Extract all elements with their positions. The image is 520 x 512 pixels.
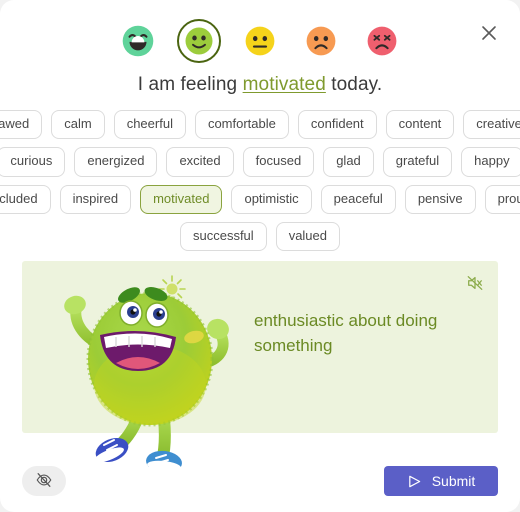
mood-option-happy[interactable] bbox=[177, 19, 221, 63]
chip-calm[interactable]: calm bbox=[51, 110, 105, 140]
mood-option-sad[interactable] bbox=[299, 19, 343, 63]
mood-option-neutral[interactable] bbox=[238, 19, 282, 63]
headline: I am feeling motivated today. bbox=[0, 74, 520, 96]
chip-grateful[interactable]: grateful bbox=[382, 147, 453, 177]
emoji-neutral-face-icon bbox=[244, 25, 276, 57]
chip-motivated[interactable]: motivated bbox=[140, 184, 223, 214]
mood-option-very-happy[interactable] bbox=[116, 19, 160, 63]
chip-optimistic[interactable]: optimistic bbox=[231, 184, 312, 214]
send-icon bbox=[407, 474, 422, 489]
chip-cheerful[interactable]: cheerful bbox=[113, 110, 186, 140]
eye-off-icon bbox=[35, 471, 53, 492]
feelings-dialog: I am feeling motivated today. awed calm … bbox=[0, 0, 520, 512]
chip-inspired[interactable]: inspired bbox=[59, 184, 132, 214]
mood-scale bbox=[0, 0, 520, 63]
chip-excited[interactable]: excited bbox=[166, 147, 234, 177]
close-button[interactable] bbox=[474, 18, 504, 48]
definition-text: enthusiastic about doing something bbox=[254, 311, 438, 355]
headline-highlight: motivated bbox=[242, 74, 326, 95]
hide-button[interactable] bbox=[22, 466, 66, 496]
headline-suffix: today. bbox=[325, 74, 383, 95]
chip-comfortable[interactable]: comfortable bbox=[194, 110, 289, 140]
chip-successful[interactable]: successful bbox=[179, 221, 267, 251]
chip-row: successful valued bbox=[22, 221, 498, 251]
speaker-muted-icon bbox=[466, 274, 484, 295]
dialog-footer: Submit bbox=[0, 450, 520, 512]
emoji-smiling-face-icon bbox=[184, 26, 214, 56]
mood-option-angry[interactable] bbox=[360, 19, 404, 63]
chip-valued[interactable]: valued bbox=[275, 221, 340, 251]
chip-row: curious energized excited focused glad g… bbox=[0, 147, 520, 177]
emoji-angry-face-icon bbox=[366, 25, 398, 57]
chip-peaceful[interactable]: peaceful bbox=[320, 184, 396, 214]
chip-content[interactable]: content bbox=[385, 110, 455, 140]
headline-prefix: I am feeling bbox=[137, 74, 243, 95]
chip-creative[interactable]: creative bbox=[463, 110, 520, 140]
submit-button[interactable]: Submit bbox=[384, 466, 498, 496]
chip-confident[interactable]: confident bbox=[297, 110, 377, 140]
green-monster-mascot-icon bbox=[60, 267, 250, 467]
submit-button-label: Submit bbox=[431, 473, 476, 489]
close-icon bbox=[480, 24, 498, 42]
chip-glad[interactable]: glad bbox=[323, 147, 374, 177]
chip-included[interactable]: included bbox=[0, 184, 51, 214]
chip-happy[interactable]: happy bbox=[461, 147, 520, 177]
definition-panel: enthusiastic about doing something bbox=[22, 261, 498, 467]
feelings-chip-grid: awed calm cheerful comfortable confident… bbox=[0, 110, 520, 251]
chip-proud[interactable]: proud bbox=[484, 184, 520, 214]
emoji-grinning-face-icon bbox=[121, 24, 155, 58]
chip-pensive[interactable]: pensive bbox=[404, 184, 476, 214]
chip-awed[interactable]: awed bbox=[0, 110, 43, 140]
chip-row: included inspired motivated optimistic p… bbox=[0, 184, 520, 214]
chip-row: awed calm cheerful comfortable confident… bbox=[0, 110, 520, 140]
mute-button[interactable] bbox=[462, 271, 488, 297]
emoji-frowning-face-icon bbox=[305, 25, 337, 57]
chip-energized[interactable]: energized bbox=[74, 147, 158, 177]
chip-curious[interactable]: curious bbox=[0, 147, 66, 177]
chip-focused[interactable]: focused bbox=[242, 147, 315, 177]
